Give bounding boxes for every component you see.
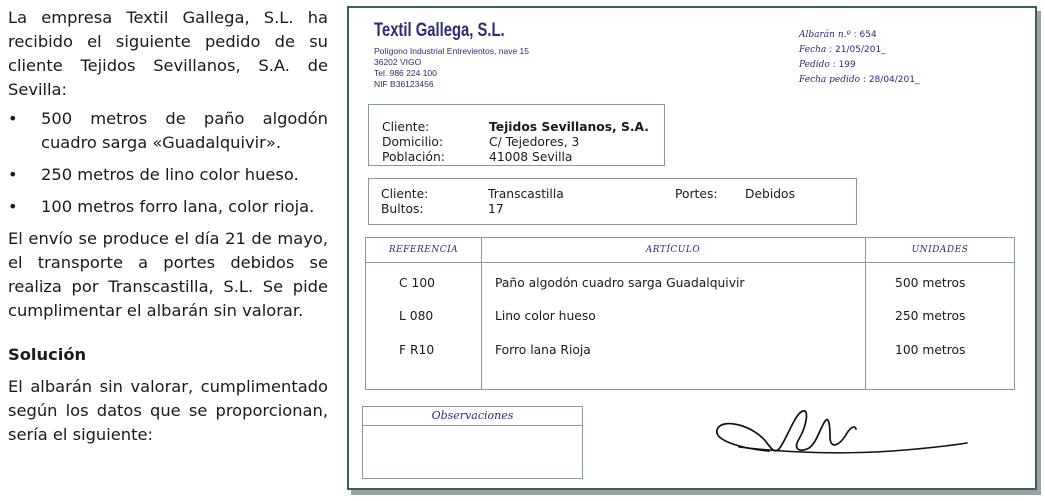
- city-value: 41008 Sevilla: [489, 150, 573, 164]
- client-label: Cliente:: [382, 120, 430, 134]
- company-postal: 36202 VIGO: [374, 57, 422, 67]
- company-name: Textil Gallega, S.L.: [374, 20, 505, 41]
- cell-article: Lino color hueso: [495, 309, 596, 323]
- observations-box: Observaciones: [362, 406, 583, 479]
- client-value: Tejidos Sevillanos, S.A.: [489, 120, 649, 134]
- header-units: UNIDADES: [911, 245, 969, 255]
- freight-label: Portes:: [675, 187, 718, 201]
- solution-heading: Solución: [8, 345, 87, 364]
- bullet-icon: •: [8, 197, 18, 216]
- company-phone: Tel. 986 224 100: [374, 68, 437, 78]
- signature-icon: [716, 410, 968, 454]
- cell-units: 500 metros: [895, 276, 966, 290]
- cell-article: Paño algodón cuadro sarga Guadalquivir: [495, 276, 745, 290]
- order-date: Fecha pedido : 28/04/201_: [799, 75, 920, 85]
- company-details: Polígono Industrial Entrevientos, nave 1…: [374, 46, 529, 90]
- bullet-icon: •: [8, 165, 18, 184]
- solution-text: El albarán sin valorar, cumplimentado se…: [8, 377, 328, 444]
- note-date: Fecha : 21/05/201_: [799, 45, 886, 55]
- statement-intro: La empresa Textil Gallega, S.L. ha recib…: [8, 8, 328, 99]
- items-table: REFERENCIA ARTÍCULO UNIDADES C 100 Paño …: [365, 237, 1015, 390]
- table-header: REFERENCIA ARTÍCULO UNIDADES: [366, 238, 1014, 263]
- address-label: Domicilio:: [382, 135, 444, 149]
- order-items-list: • 500 metros de paño algodón cuadro sarga…: [8, 107, 328, 219]
- list-item: • 250 metros de lino color hueso.: [8, 163, 328, 187]
- carrier-label: Cliente:: [381, 187, 429, 201]
- cell-article: Forro lana Rioja: [495, 343, 591, 357]
- address-value: C/ Tejedores, 3: [489, 135, 580, 149]
- carrier-value: Transcastilla: [488, 187, 564, 201]
- note-number: Albarán n.º : 654: [799, 30, 877, 40]
- cell-reference: L 080: [399, 309, 434, 323]
- header-article: ARTÍCULO: [645, 245, 701, 255]
- cell-reference: F R10: [399, 343, 435, 357]
- company-nif: NIF B36123456: [374, 79, 434, 89]
- freight-value: Debidos: [745, 187, 795, 201]
- statement-body: El envío se produce el día 21 de mayo, e…: [8, 229, 328, 320]
- cell-units: 250 metros: [895, 309, 966, 323]
- bullet-icon: •: [8, 109, 18, 128]
- list-item: • 500 metros de paño algodón cuadro sarga…: [8, 109, 328, 152]
- shipping-box: Cliente: Transcastilla Portes: Debidos B…: [368, 178, 857, 225]
- observations-label: Observaciones: [363, 407, 582, 426]
- city-label: Población:: [382, 150, 445, 164]
- note-meta: Albarán n.º : 654 Fecha : 21/05/201_ Ped…: [799, 28, 919, 88]
- column-divider: [865, 238, 866, 389]
- cell-units: 100 metros: [895, 343, 966, 357]
- delivery-note: Textil Gallega, S.L. Polígono Industrial…: [347, 6, 1037, 490]
- column-divider: [481, 238, 482, 389]
- exercise-statement: La empresa Textil Gallega, S.L. ha recib…: [8, 6, 328, 447]
- order-number: Pedido : 199: [799, 60, 856, 70]
- header-reference: REFERENCIA: [388, 245, 459, 255]
- client-box: Cliente: Tejidos Sevillanos, S.A. Domici…: [368, 104, 665, 166]
- list-item: • 100 metros forro lana, color rioja.: [8, 195, 328, 219]
- company-address: Polígono Industrial Entrevientos, nave 1…: [374, 46, 529, 56]
- packages-label: Bultos:: [381, 202, 424, 216]
- packages-value: 17: [488, 202, 504, 216]
- cell-reference: C 100: [399, 276, 435, 290]
